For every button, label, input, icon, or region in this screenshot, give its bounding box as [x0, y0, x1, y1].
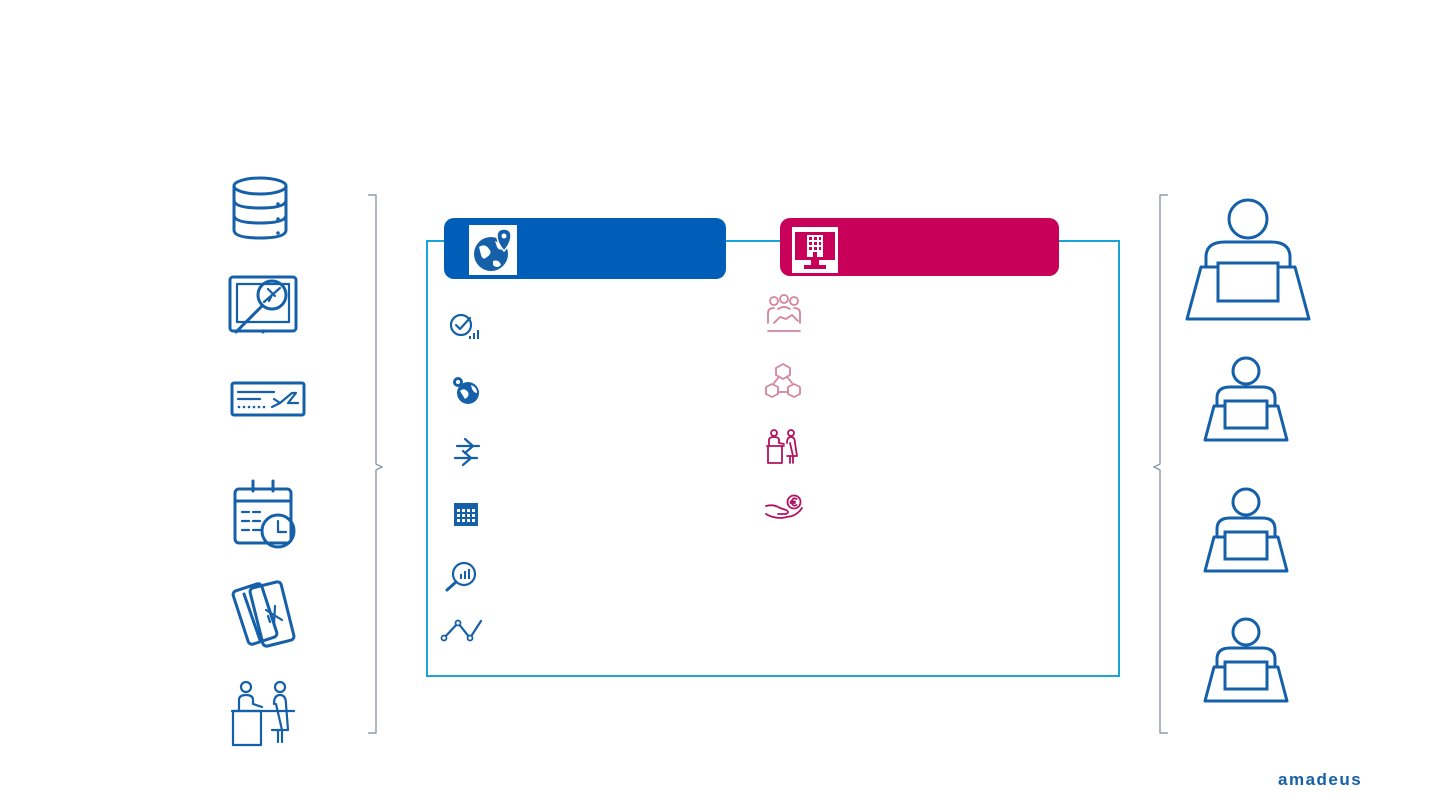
calendar-grid-icon	[453, 500, 481, 528]
right-bracket	[1146, 194, 1170, 734]
globe-pin-icon	[469, 225, 517, 275]
user-laptop-icon	[1203, 617, 1289, 703]
check-in-desk-icon	[230, 680, 296, 747]
network-cubes-icon	[764, 362, 802, 400]
people-handshake-icon	[764, 294, 804, 335]
monitor-building-icon	[792, 227, 838, 273]
hand-euro-icon	[764, 494, 804, 520]
user-laptop-icon	[1185, 197, 1311, 321]
amadeus-logo: amadeus	[1278, 770, 1363, 789]
calendar-clock-icon	[233, 479, 299, 551]
magnifier-chart-icon	[444, 560, 480, 592]
checkmark-signal-icon	[449, 312, 481, 342]
plane-arrows-icon	[451, 436, 483, 468]
boarding-pass-icon	[230, 381, 306, 417]
line-chart-icon	[440, 617, 483, 643]
reception-desk-icon	[766, 429, 802, 465]
database-icon	[232, 176, 288, 240]
left-bracket	[366, 194, 390, 734]
user-laptop-icon	[1203, 487, 1289, 573]
tablet-flight-search-icon	[228, 275, 300, 337]
user-laptop-icon	[1203, 356, 1289, 442]
tickets-icon	[230, 580, 298, 648]
globe-gear-icon	[450, 375, 482, 405]
